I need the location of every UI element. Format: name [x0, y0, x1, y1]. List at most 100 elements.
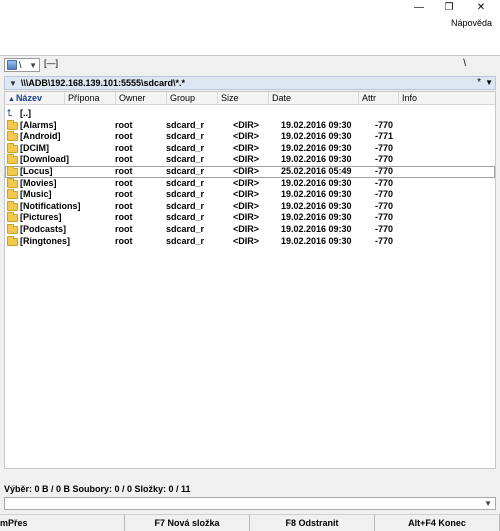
folder-icon [7, 189, 18, 200]
file-date: 19.02.2016 09:30 [281, 119, 352, 130]
drive-separator: \ [19, 60, 22, 70]
menu-bar: Nápověda [0, 14, 500, 34]
file-row[interactable]: [Ringtones] root sdcard_r <DIR> 19.02.2016 0… [5, 235, 495, 248]
file-owner: root [115, 223, 133, 234]
fkey-delete-button[interactable]: F8 Odstranit [250, 514, 375, 531]
column-extension[interactable]: Přípona [65, 92, 116, 105]
minimize-button[interactable]: — [404, 0, 434, 14]
column-info[interactable]: Info [399, 92, 495, 105]
column-owner[interactable]: Owner [116, 92, 167, 105]
file-group: sdcard_r [166, 142, 205, 153]
chevron-down-icon: ▼ [29, 60, 37, 70]
file-attr: -771 [375, 131, 394, 142]
column-size[interactable]: Size [218, 92, 269, 105]
file-owner: root [115, 212, 133, 223]
file-owner: root [115, 142, 133, 153]
file-owner: root [115, 200, 133, 211]
file-date: 19.02.2016 09:30 [281, 131, 352, 142]
file-group: sdcard_r [166, 235, 205, 246]
file-owner: root [115, 154, 133, 165]
column-attr[interactable]: Attr [359, 92, 399, 105]
column-group[interactable]: Group [167, 92, 218, 105]
file-attr: -770 [375, 154, 394, 165]
function-key-bar: mPřes F7 Nová složka F8 Odstranit Alt+F4… [0, 514, 500, 531]
file-owner: root [115, 189, 133, 200]
file-owner: root [115, 119, 133, 130]
file-date: 19.02.2016 09:30 [281, 212, 352, 223]
folder-icon [7, 119, 18, 130]
file-size: <DIR> [233, 119, 260, 130]
path-chevron-icon[interactable]: ▼ [9, 79, 17, 88]
drive-bar: \ ▼ [—] \ [0, 56, 500, 74]
file-row[interactable]: [Locus] root sdcard_r <DIR> 25.02.2016 05:49… [5, 165, 495, 178]
file-attr: -770 [375, 235, 394, 246]
file-group: sdcard_r [166, 154, 205, 165]
column-name[interactable]: ▲Název [5, 92, 65, 105]
file-group: sdcard_r [166, 223, 205, 234]
file-owner: root [115, 235, 133, 246]
file-list: ⮤ [..] [Alarms] root sdcard_r <DIR> 19.02.20… [5, 108, 495, 247]
column-header: ▲Název Přípona Owner Group Size Date Att… [5, 92, 495, 105]
parent-dir-row[interactable]: ⮤ [..] [5, 108, 495, 120]
file-name: [..] [20, 108, 31, 118]
column-date[interactable]: Date [269, 92, 359, 105]
file-row[interactable]: [Movies] root sdcard_r <DIR> 19.02.2016 09:3… [5, 177, 495, 190]
file-row[interactable]: [Pictures] root sdcard_r <DIR> 19.02.2016 09… [5, 212, 495, 224]
command-line-input[interactable]: ▼ [4, 497, 496, 510]
folder-icon [7, 165, 18, 176]
file-name: [Android] [20, 131, 61, 142]
folder-icon [7, 200, 18, 211]
file-attr: -770 [375, 165, 394, 176]
file-group: sdcard_r [166, 119, 205, 130]
file-attr: -770 [375, 212, 394, 223]
file-name: [Music] [20, 189, 52, 200]
fkey-exit-button[interactable]: Alt+F4 Konec [375, 514, 500, 531]
file-owner: root [115, 177, 133, 188]
file-date: 19.02.2016 09:30 [281, 200, 352, 211]
folder-icon [7, 131, 18, 142]
file-date: 19.02.2016 09:30 [281, 235, 352, 246]
file-row[interactable]: [Download] root sdcard_r <DIR> 19.02.2016 09… [5, 154, 495, 166]
file-name: [Alarms] [20, 119, 57, 130]
file-row[interactable]: [Alarms] root sdcard_r <DIR> 19.02.2016 09:3… [5, 119, 495, 132]
file-date: 25.02.2016 05:49 [281, 165, 352, 176]
file-row[interactable]: [Android] root sdcard_r <DIR> 19.02.2016 09:… [5, 131, 495, 143]
history-button[interactable]: * [477, 77, 481, 88]
file-size: <DIR> [233, 165, 260, 176]
drive-select[interactable]: \ ▼ [4, 58, 40, 72]
hotlist-dropdown-icon[interactable]: ▼ [485, 78, 493, 87]
file-attr: -770 [375, 119, 394, 130]
path-bar[interactable]: ▼ \\\ADB\192.168.139.101:5555\sdcard\*.*… [4, 76, 496, 90]
file-owner: root [115, 165, 133, 176]
folder-icon [7, 223, 18, 234]
file-row[interactable]: [DCIM] root sdcard_r <DIR> 19.02.2016 09:30 -… [5, 142, 495, 155]
fkey-new-folder-button[interactable]: F7 Nová složka [125, 514, 250, 531]
file-size: <DIR> [233, 223, 260, 234]
file-size: <DIR> [233, 131, 260, 142]
file-attr: -770 [375, 142, 394, 153]
file-size: <DIR> [233, 200, 260, 211]
file-row[interactable]: [Music] root sdcard_r <DIR> 19.02.2016 09:30… [5, 189, 495, 201]
file-row[interactable]: [Podcasts] root sdcard_r <DIR> 19.02.2016 09… [5, 223, 495, 236]
file-size: <DIR> [233, 142, 260, 153]
file-date: 19.02.2016 09:30 [281, 142, 352, 153]
file-name: [Locus] [20, 165, 53, 176]
file-date: 19.02.2016 09:30 [281, 154, 352, 165]
toolbar [0, 34, 500, 56]
chevron-down-icon[interactable]: ▼ [484, 499, 492, 508]
file-name: [DCIM] [20, 142, 49, 153]
restore-button[interactable]: ❐ [434, 0, 464, 14]
file-name: [Pictures] [20, 212, 62, 223]
up-folder-icon: ⮤ [7, 108, 13, 118]
file-date: 19.02.2016 09:30 [281, 223, 352, 234]
folder-icon [7, 177, 18, 188]
folder-icon [7, 154, 18, 165]
file-name: [Podcasts] [20, 223, 67, 234]
menu-help[interactable]: Nápověda [451, 18, 492, 28]
folder-icon [7, 142, 18, 153]
file-row[interactable]: [Notifications] root sdcard_r <DIR> 19.02.20… [5, 200, 495, 213]
fkey-move-button[interactable]: mPřes [0, 514, 125, 531]
close-button[interactable]: ✕ [466, 0, 496, 14]
selection-status: Výběr: 0 B / 0 B Soubory: 0 / 0 Složky: … [4, 484, 191, 494]
root-dir-button[interactable]: \ [463, 58, 466, 69]
